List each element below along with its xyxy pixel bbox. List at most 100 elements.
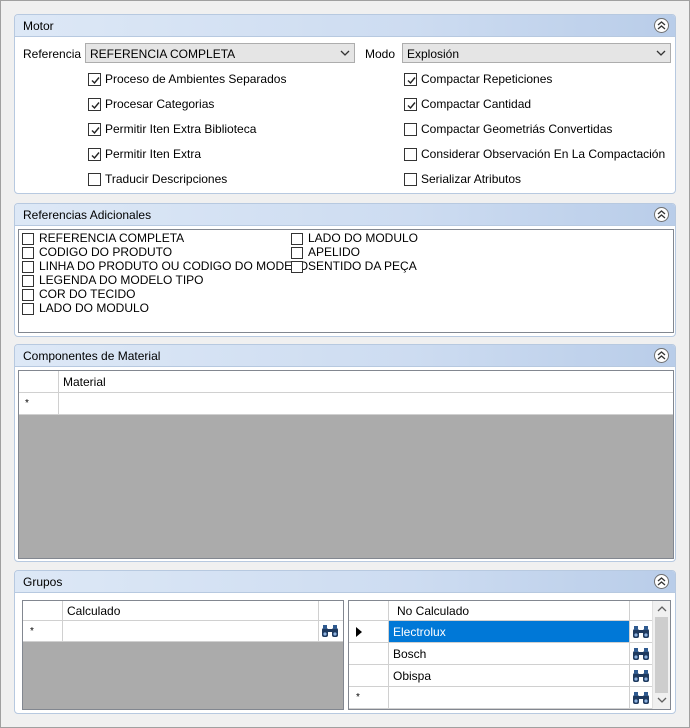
search-button[interactable] xyxy=(630,643,652,664)
double-chevron-up-icon xyxy=(657,21,666,30)
list-item-label: APELIDO xyxy=(308,245,361,259)
list-item-label: LINHA DO PRODUTO OU CODIGO DO MODELO xyxy=(39,259,309,273)
row-header-corner xyxy=(23,601,63,620)
referencias-panel: Referencias Adicionales REFERENCIA COMPL… xyxy=(14,203,676,337)
search-button[interactable] xyxy=(630,687,652,708)
row-header[interactable] xyxy=(349,643,389,664)
checkbox-box xyxy=(22,289,34,301)
row-header[interactable]: * xyxy=(23,621,63,641)
search-button[interactable] xyxy=(630,665,652,686)
componentes-panel-title: Componentes de Material xyxy=(23,349,161,363)
chevron-down-icon xyxy=(340,50,350,56)
list-item-label: COR DO TECIDO xyxy=(39,287,136,301)
material-cell[interactable] xyxy=(59,393,673,414)
column-header-no-calculado[interactable]: No Calculado xyxy=(389,601,630,620)
list-item-label: REFERENCIA COMPLETA xyxy=(39,231,185,245)
search-button[interactable] xyxy=(319,621,343,641)
grupos-panel: Grupos Calculado * No Calculado Electrol… xyxy=(14,570,676,714)
referencias-checklist[interactable]: REFERENCIA COMPLETA CODIGO DO PRODUTO LI… xyxy=(18,229,674,333)
checkbox-box xyxy=(404,148,417,161)
row-header-corner xyxy=(349,601,389,620)
checkbox-box xyxy=(291,233,303,245)
calculado-grid-header: Calculado xyxy=(23,601,343,621)
checkbox-box xyxy=(22,261,34,273)
checkbox-box xyxy=(88,173,101,186)
checkbox-box xyxy=(88,73,101,86)
componentes-panel-header: Componentes de Material xyxy=(15,345,675,367)
triangle-right-icon xyxy=(356,627,362,637)
calculado-grid[interactable]: Calculado * xyxy=(22,600,344,710)
no-calculado-cell[interactable] xyxy=(389,687,630,708)
binoculars-icon xyxy=(633,670,649,682)
checkbox-box xyxy=(88,98,101,111)
referencia-label: Referencia xyxy=(23,47,82,61)
referencias-panel-header: Referencias Adicionales xyxy=(15,204,675,226)
motor-panel-title: Motor xyxy=(23,19,54,33)
componentes-collapse-button[interactable] xyxy=(654,348,669,363)
cell-value: Bosch xyxy=(393,647,427,661)
row-header[interactable]: * xyxy=(19,393,59,414)
table-row[interactable]: Obispa xyxy=(349,665,652,687)
double-chevron-up-icon xyxy=(657,577,666,586)
row-header[interactable]: * xyxy=(349,687,389,708)
binoculars-icon xyxy=(633,692,649,704)
referencia-combobox[interactable]: REFERENCIA COMPLETA xyxy=(85,43,355,63)
checkmark-icon xyxy=(91,127,100,135)
checkbox-label: Compactar Geometriás Convertidas xyxy=(421,122,613,136)
chevron-down-icon xyxy=(656,50,666,56)
row-header[interactable] xyxy=(349,621,389,642)
checkbox-box xyxy=(291,261,303,273)
checkbox-label: Serializar Atributos xyxy=(421,172,522,186)
motor-collapse-button[interactable] xyxy=(654,18,669,33)
column-header-label: Calculado xyxy=(67,604,121,618)
table-row[interactable]: * xyxy=(23,621,343,642)
checkbox-label: Compactar Cantidad xyxy=(421,97,532,111)
referencias-collapse-button[interactable] xyxy=(654,207,669,222)
list-item-label: CODIGO DO PRODUTO xyxy=(39,245,173,259)
checkbox-box xyxy=(291,247,303,259)
checkmark-icon xyxy=(407,77,416,85)
table-row[interactable]: * xyxy=(349,687,652,709)
no-calculado-cell[interactable]: Obispa xyxy=(389,665,630,686)
row-header-corner xyxy=(19,371,59,392)
scrollbar-thumb[interactable] xyxy=(655,617,668,693)
checkmark-icon xyxy=(407,102,416,110)
no-calculado-cell[interactable]: Electrolux xyxy=(389,621,630,642)
calculado-cell[interactable] xyxy=(63,621,319,641)
material-grid[interactable]: Material * xyxy=(18,370,674,559)
column-header-label: No Calculado xyxy=(397,604,470,618)
grupos-panel-header: Grupos xyxy=(15,571,675,593)
checkbox-label: Considerar Observación En La Compactació… xyxy=(421,147,666,161)
list-item-label: LADO DO MODULO xyxy=(39,301,150,315)
grupos-collapse-button[interactable] xyxy=(654,574,669,589)
chevron-down-icon[interactable] xyxy=(657,697,667,704)
new-row-marker: * xyxy=(25,398,29,409)
material-grid-header: Material xyxy=(19,371,673,393)
column-header-search xyxy=(630,601,652,620)
referencia-combobox-value: REFERENCIA COMPLETA xyxy=(90,47,236,61)
checkbox-label: Proceso de Ambientes Separados xyxy=(105,72,287,86)
checkbox-box xyxy=(22,303,34,315)
checkmark-icon xyxy=(91,102,100,110)
new-row-marker: * xyxy=(356,692,360,703)
motor-panel: Motor Referencia REFERENCIA COMPLETA Mod… xyxy=(14,14,676,194)
vertical-scrollbar[interactable] xyxy=(652,601,670,709)
table-row[interactable]: Bosch xyxy=(349,643,652,665)
no-calculado-cell[interactable]: Bosch xyxy=(389,643,630,664)
checkbox-label: Procesar Categorias xyxy=(105,97,215,111)
column-header-search xyxy=(319,601,343,620)
search-button[interactable] xyxy=(630,621,652,642)
motor-panel-header: Motor xyxy=(15,15,675,37)
modo-combobox[interactable]: Explosión xyxy=(402,43,671,63)
column-header-label: Material xyxy=(63,375,106,389)
chevron-up-icon[interactable] xyxy=(657,605,667,612)
column-header-calculado[interactable]: Calculado xyxy=(63,601,319,620)
checkbox-box xyxy=(22,275,34,287)
row-header[interactable] xyxy=(349,665,389,686)
list-item-label: LEGENDA DO MODELO TIPO xyxy=(39,273,204,287)
binoculars-icon xyxy=(633,626,649,638)
table-row[interactable]: Electrolux xyxy=(349,621,652,643)
table-row[interactable]: * xyxy=(19,393,673,415)
no-calculado-grid[interactable]: No Calculado Electrolux Bosch Obispa * xyxy=(348,600,671,710)
column-header-material[interactable]: Material xyxy=(59,371,673,392)
